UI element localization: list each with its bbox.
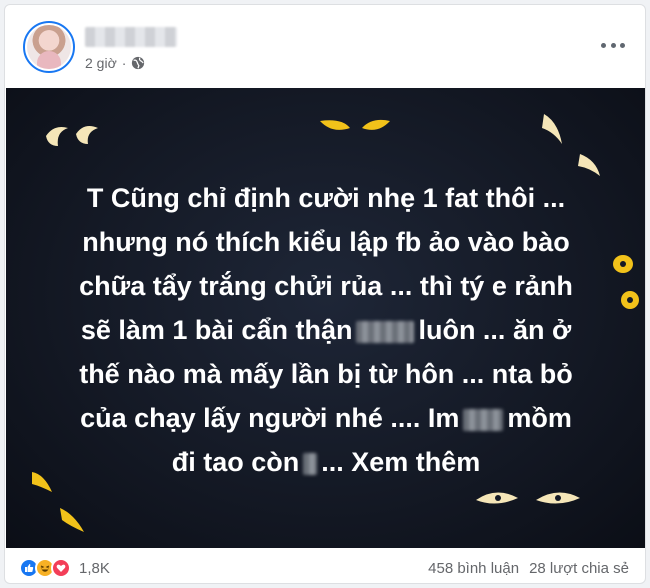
redacted-word — [463, 408, 504, 431]
text-line: T Cũng chỉ định cười nhẹ 1 fat thôi ... — [86, 183, 566, 213]
more-options-icon[interactable] — [601, 37, 625, 53]
redacted-word — [356, 320, 415, 343]
engagement-stats: 458 bình luận 28 lượt chia sẻ — [428, 560, 629, 577]
text-fragment: của chạy lấy người nhé .... Im — [80, 403, 460, 433]
author-name-redacted[interactable] — [85, 27, 177, 47]
separator-dot: · — [121, 55, 127, 71]
post-footer: 1,8K 458 bình luận 28 lượt chia sẻ — [5, 553, 645, 583]
see-more-link[interactable]: ... Xem thêm — [321, 447, 480, 477]
text-line: đi tao còn ... Xem thêm — [26, 440, 626, 484]
text-line: thế nào mà mấy lần bị từ hôn ... nta bỏ — [79, 359, 573, 389]
comments-count-link[interactable]: 458 bình luận — [428, 560, 519, 577]
text-line: sẽ làm 1 bài cẩn thận luôn ... ăn ở — [26, 308, 626, 352]
post-card: 2 giờ · T Cũng chỉ định cười nhẹ 1 fat t… — [4, 4, 646, 584]
text-line: nhưng nó thích kiểu lập fb ảo vào bào — [82, 227, 570, 257]
text-line: của chạy lấy người nhé .... Im mồm — [26, 396, 626, 440]
globe-icon[interactable] — [131, 56, 145, 70]
avatar[interactable] — [23, 21, 75, 73]
post-image[interactable]: T Cũng chỉ định cười nhẹ 1 fat thôi ... … — [6, 88, 645, 548]
reactions-summary[interactable]: 1,8K — [19, 558, 110, 578]
post-time[interactable]: 2 giờ — [85, 55, 117, 71]
text-fragment: đi tao còn — [171, 447, 300, 477]
text-fragment: luôn ... ăn ở — [418, 315, 572, 345]
reaction-count: 1,8K — [79, 559, 110, 577]
post-meta: 2 giờ · — [85, 55, 145, 71]
post-text: T Cũng chỉ định cười nhẹ 1 fat thôi ... … — [26, 176, 626, 484]
redacted-word — [303, 452, 318, 475]
text-fragment: mồm — [507, 403, 572, 433]
text-line: chữa tẩy trắng chửi rủa ... thì tý e rản… — [79, 271, 573, 301]
love-icon — [51, 558, 71, 578]
avatar-image — [27, 25, 71, 69]
text-fragment: sẽ làm 1 bài cẩn thận — [80, 315, 353, 345]
shares-count-link[interactable]: 28 lượt chia sẻ — [529, 560, 629, 577]
